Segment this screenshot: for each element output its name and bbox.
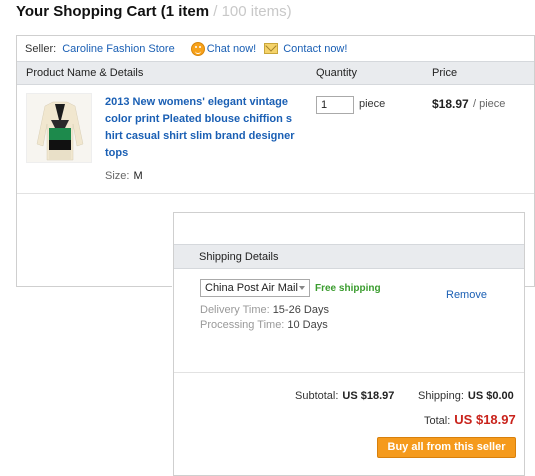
seller-label: Seller: xyxy=(25,42,57,55)
quantity-unit: piece xyxy=(359,98,386,110)
buy-all-button[interactable]: Buy all from this seller xyxy=(377,437,516,458)
cart-table-header: Product Name & Details Quantity Price xyxy=(17,61,534,85)
delivery-time-value: 15-26 Days xyxy=(272,304,329,316)
product-thumbnail[interactable] xyxy=(26,93,92,163)
total-value: US $18.97 xyxy=(454,412,516,427)
chat-icon[interactable] xyxy=(190,41,205,56)
shipping-cost: Shipping: US $0.00 xyxy=(418,390,514,402)
shipping-panel: Shipping Details China Post Air Mail Fre… xyxy=(173,212,525,476)
header-product: Product Name & Details xyxy=(26,67,144,79)
shipping-method-select[interactable]: China Post Air Mail xyxy=(200,279,310,297)
size-label: Size: xyxy=(105,170,130,182)
processing-time-value: 10 Days xyxy=(287,319,328,331)
subtotal-label: Subtotal: xyxy=(295,390,339,402)
cart-capacity: / 100 items) xyxy=(209,3,292,20)
delivery-time-label: Delivery Time: xyxy=(200,304,270,316)
seller-name-link[interactable]: Caroline Fashion Store xyxy=(62,43,175,55)
cart-title: Your Shopping Cart (1 item / 100 items) xyxy=(16,3,292,20)
delivery-time: Delivery Time: 15-26 Days xyxy=(200,304,329,316)
cart-product-row: 2013 New womens' elegant vintage color p… xyxy=(17,85,534,194)
cart-item-count: (1 item xyxy=(160,3,210,20)
shipping-header: Shipping Details xyxy=(174,244,524,269)
subtotal-value: US $18.97 xyxy=(342,390,395,402)
header-quantity: Quantity xyxy=(316,67,357,79)
product-title-link[interactable]: 2013 New womens' elegant vintage color p… xyxy=(105,94,297,162)
order-total: Total: US $18.97 xyxy=(424,412,516,427)
shipping-cost-value: US $0.00 xyxy=(467,390,514,402)
total-label: Total: xyxy=(424,415,451,427)
seller-row: Seller: Caroline Fashion Store Chat now!… xyxy=(17,36,534,61)
subtotal: Subtotal: US $18.97 xyxy=(295,390,394,402)
shipping-cost-label: Shipping: xyxy=(418,390,464,402)
remove-link[interactable]: Remove xyxy=(446,289,487,301)
shipping-method-value: China Post Air Mail xyxy=(205,282,298,294)
totals-divider xyxy=(174,372,524,373)
shipping-header-title: Shipping Details xyxy=(199,251,279,263)
contact-now-link[interactable]: Contact now! xyxy=(283,43,347,55)
processing-time: Processing Time: 10 Days xyxy=(200,319,328,331)
header-price: Price xyxy=(432,67,458,79)
product-size: Size: M xyxy=(105,170,143,182)
size-value: M xyxy=(133,170,143,182)
chevron-down-icon xyxy=(299,286,305,290)
cart-title-text: Your Shopping Cart xyxy=(16,3,157,20)
unit-price: $18.97 xyxy=(432,97,469,111)
free-shipping-label: Free shipping xyxy=(315,283,381,294)
price-unit: / piece xyxy=(473,98,506,110)
mail-icon[interactable] xyxy=(264,43,279,54)
processing-time-label: Processing Time: xyxy=(200,319,285,331)
chat-now-link[interactable]: Chat now! xyxy=(207,43,257,55)
quantity-input[interactable] xyxy=(316,96,354,114)
